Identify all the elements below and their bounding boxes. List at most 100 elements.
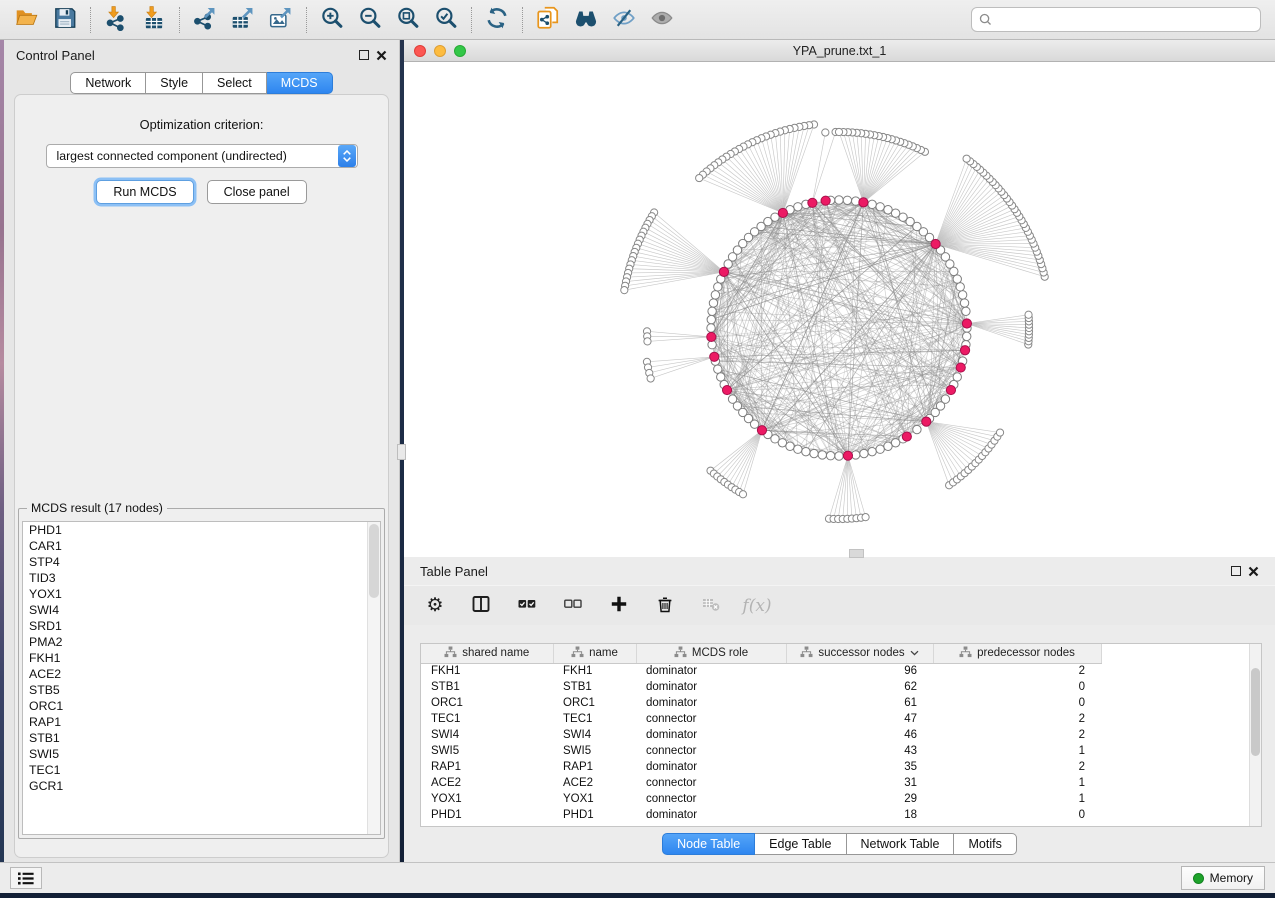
mcds-result-item[interactable]: RAP1 <box>23 714 380 730</box>
tab-style[interactable]: Style <box>146 72 203 94</box>
close-table-panel-icon[interactable] <box>1248 566 1259 577</box>
mcds-result-item[interactable]: PHD1 <box>23 522 380 538</box>
table-row[interactable]: FKH1FKH1dominator962 <box>421 663 1101 679</box>
cell-shared-name[interactable]: PHD1 <box>421 807 553 823</box>
cell-predecessor-nodes[interactable]: 0 <box>933 695 1101 711</box>
cell-shared-name[interactable]: SWI5 <box>421 743 553 759</box>
show-graphics-button[interactable] <box>643 3 681 37</box>
table-scrollbar[interactable] <box>1249 644 1261 826</box>
search-box[interactable] <box>971 7 1261 32</box>
cell-MCDS-role[interactable]: dominator <box>636 695 786 711</box>
tab-motifs[interactable]: Motifs <box>954 833 1016 855</box>
import-network-button[interactable] <box>97 3 135 37</box>
mcds-result-item[interactable]: TEC1 <box>23 762 380 778</box>
table-scrollbar-thumb[interactable] <box>1251 668 1260 756</box>
tab-network-table[interactable]: Network Table <box>847 833 955 855</box>
table-row[interactable]: TEC1TEC1connector472 <box>421 711 1101 727</box>
mcds-result-item[interactable]: ORC1 <box>23 698 380 714</box>
cell-successor-nodes[interactable]: 29 <box>786 791 933 807</box>
cell-predecessor-nodes[interactable]: 1 <box>933 743 1101 759</box>
search-neighbors-button[interactable] <box>567 3 605 37</box>
cell-MCDS-role[interactable]: connector <box>636 791 786 807</box>
cell-predecessor-nodes[interactable]: 2 <box>933 663 1101 679</box>
cell-predecessor-nodes[interactable]: 2 <box>933 727 1101 743</box>
cell-shared-name[interactable]: ACE2 <box>421 775 553 791</box>
mcds-result-list[interactable]: PHD1CAR1STP4TID3YOX1SWI4SRD1PMA2FKH1ACE2… <box>22 521 381 835</box>
vertical-splitter-handle[interactable] <box>397 444 406 460</box>
cell-name[interactable]: PHD1 <box>553 807 636 823</box>
export-image-button[interactable] <box>262 3 300 37</box>
table-row[interactable]: RAP1RAP1dominator352 <box>421 759 1101 775</box>
cell-shared-name[interactable]: FKH1 <box>421 663 553 679</box>
float-table-panel-icon[interactable] <box>1231 566 1241 576</box>
cell-MCDS-role[interactable]: dominator <box>636 807 786 823</box>
tab-network[interactable]: Network <box>70 72 146 94</box>
tab-mcds[interactable]: MCDS <box>267 72 333 94</box>
mcds-result-item[interactable]: STB5 <box>23 682 380 698</box>
mcds-scrollbar-thumb[interactable] <box>369 524 379 598</box>
mcds-result-item[interactable]: FKH1 <box>23 650 380 666</box>
run-mcds-button[interactable]: Run MCDS <box>96 180 193 204</box>
tab-select[interactable]: Select <box>203 72 267 94</box>
table-row[interactable]: ORC1ORC1dominator610 <box>421 695 1101 711</box>
mcds-result-item[interactable]: STP4 <box>23 554 380 570</box>
mcds-result-item[interactable]: STB1 <box>23 730 380 746</box>
close-window-icon[interactable] <box>414 45 426 57</box>
cell-name[interactable]: FKH1 <box>553 663 636 679</box>
cell-successor-nodes[interactable]: 96 <box>786 663 933 679</box>
export-network-button[interactable] <box>186 3 224 37</box>
minimize-window-icon[interactable] <box>434 45 446 57</box>
cell-name[interactable]: YOX1 <box>553 791 636 807</box>
cell-name[interactable]: TEC1 <box>553 711 636 727</box>
mcds-list-scrollbar[interactable] <box>367 522 380 834</box>
tab-edge-table[interactable]: Edge Table <box>755 833 846 855</box>
clone-network-button[interactable] <box>529 3 567 37</box>
column-header-name[interactable]: name <box>553 644 636 663</box>
mcds-result-item[interactable]: SRD1 <box>23 618 380 634</box>
cell-MCDS-role[interactable]: dominator <box>636 679 786 695</box>
mcds-result-item[interactable]: YOX1 <box>23 586 380 602</box>
task-history-button[interactable] <box>10 867 42 889</box>
mcds-result-item[interactable]: SWI5 <box>23 746 380 762</box>
cell-MCDS-role[interactable]: connector <box>636 775 786 791</box>
tab-node-table[interactable]: Node Table <box>662 833 755 855</box>
mcds-result-item[interactable]: PMA2 <box>23 634 380 650</box>
cell-predecessor-nodes[interactable]: 1 <box>933 775 1101 791</box>
select-all-button[interactable] <box>514 591 540 621</box>
cell-shared-name[interactable]: SWI4 <box>421 727 553 743</box>
float-panel-icon[interactable] <box>359 50 369 60</box>
close-panel-button[interactable]: Close panel <box>207 180 307 204</box>
horizontal-splitter-handle[interactable] <box>849 549 864 558</box>
network-canvas[interactable] <box>404 62 1275 556</box>
mcds-result-item[interactable]: TID3 <box>23 570 380 586</box>
cell-predecessor-nodes[interactable]: 0 <box>933 807 1101 823</box>
cell-name[interactable]: RAP1 <box>553 759 636 775</box>
cell-MCDS-role[interactable]: dominator <box>636 727 786 743</box>
cell-name[interactable]: SWI4 <box>553 727 636 743</box>
table-row[interactable]: ACE2ACE2connector311 <box>421 775 1101 791</box>
cell-shared-name[interactable]: YOX1 <box>421 791 553 807</box>
table-row[interactable]: PHD1PHD1dominator180 <box>421 807 1101 823</box>
search-input[interactable] <box>997 10 1253 30</box>
cell-MCDS-role[interactable]: dominator <box>636 759 786 775</box>
zoom-in-button[interactable] <box>313 3 351 37</box>
save-session-button[interactable] <box>46 3 84 37</box>
column-header-shared-name[interactable]: shared name <box>421 644 553 663</box>
cell-shared-name[interactable]: TEC1 <box>421 711 553 727</box>
table-row[interactable]: SWI5SWI5connector431 <box>421 743 1101 759</box>
memory-button[interactable]: Memory <box>1181 866 1265 890</box>
mcds-result-item[interactable]: ACE2 <box>23 666 380 682</box>
import-table-button[interactable] <box>135 3 173 37</box>
network-window-titlebar[interactable]: YPA_prune.txt_1 <box>404 40 1275 62</box>
cell-name[interactable]: ACE2 <box>553 775 636 791</box>
show-columns-button[interactable] <box>468 591 494 621</box>
column-header-MCDS-role[interactable]: MCDS role <box>636 644 786 663</box>
cell-predecessor-nodes[interactable]: 2 <box>933 711 1101 727</box>
cell-successor-nodes[interactable]: 31 <box>786 775 933 791</box>
delete-button[interactable] <box>652 591 678 621</box>
mcds-result-item[interactable]: CAR1 <box>23 538 380 554</box>
cell-MCDS-role[interactable]: connector <box>636 743 786 759</box>
maximize-window-icon[interactable] <box>454 45 466 57</box>
close-panel-icon[interactable] <box>376 50 387 61</box>
cell-successor-nodes[interactable]: 18 <box>786 807 933 823</box>
